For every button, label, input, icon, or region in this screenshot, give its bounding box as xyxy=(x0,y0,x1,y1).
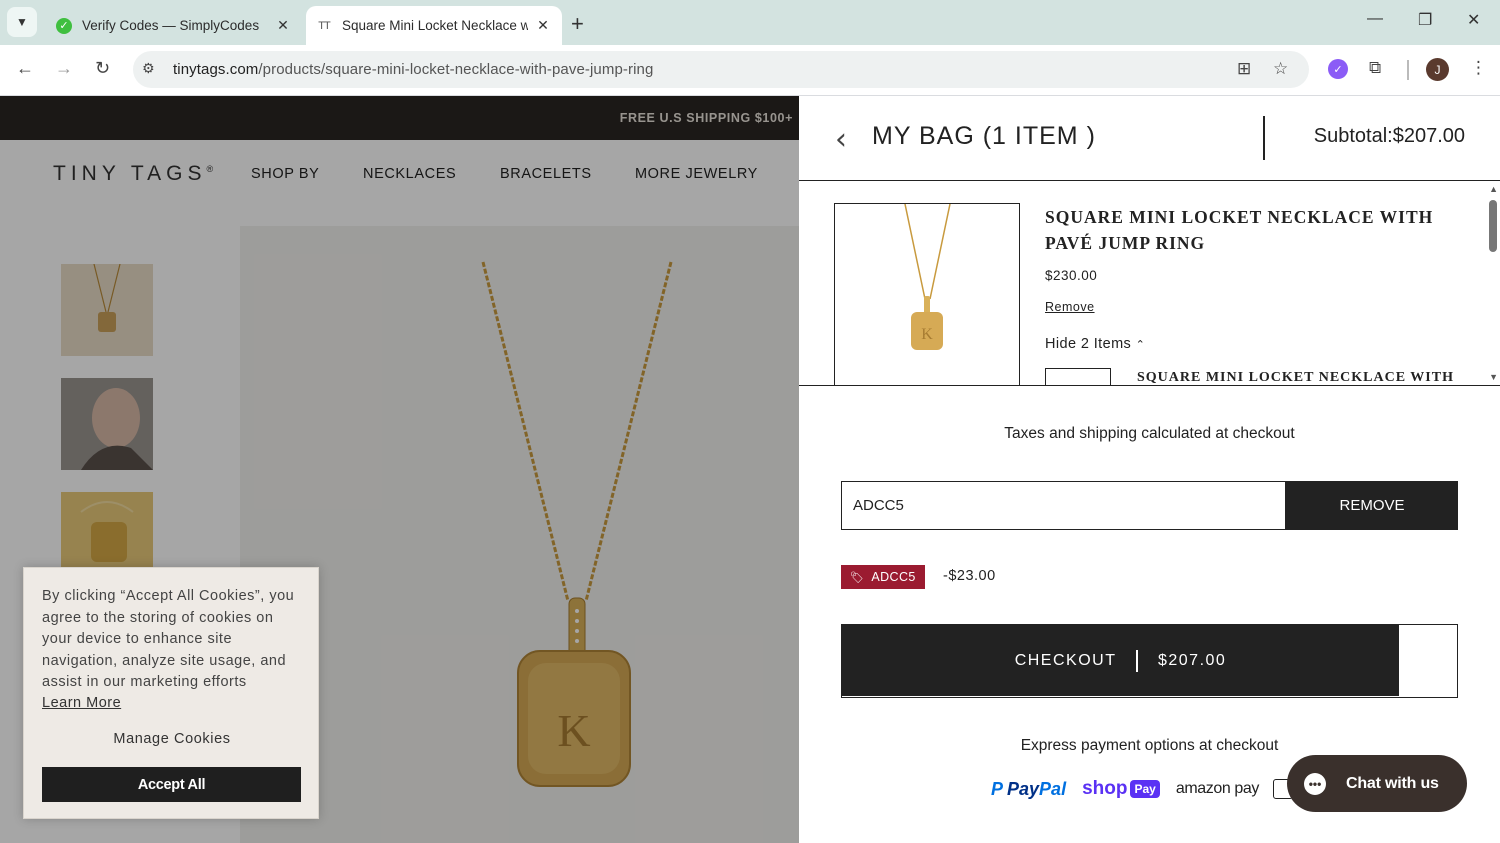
chevron-down-icon: ▼ xyxy=(16,15,28,29)
cookie-text: By clicking “Accept All Cookies”, you ag… xyxy=(42,588,295,690)
paypal-pal: Pal xyxy=(1039,778,1067,799)
close-tab-icon[interactable]: ✕ xyxy=(534,17,552,34)
express-payment-note: Express payment options at checkout xyxy=(1020,737,1279,754)
close-window-icon[interactable]: ✕ xyxy=(1467,10,1480,30)
checkout-button[interactable]: CHECKOUT $207.00 xyxy=(842,625,1399,696)
checkout-button-frame: CHECKOUT $207.00 xyxy=(841,624,1458,698)
cart-header: ‹ MY BAG (1 ITEM ) Subtotal:$207.00 xyxy=(799,96,1500,181)
paypal-logo: P PayPal xyxy=(991,779,1066,800)
tag-icon: 🏷 xyxy=(850,571,865,584)
cart-drawer: ‹ MY BAG (1 ITEM ) Subtotal:$207.00 K SQ… xyxy=(799,96,1500,843)
checkout-total: $207.00 xyxy=(1157,651,1227,669)
cart-items-list[interactable]: K SQUARE MINI LOCKET NECKLACE WITH PAVÉ … xyxy=(799,182,1500,386)
scroll-down-arrow-icon[interactable]: ▼ xyxy=(1489,372,1498,382)
chat-with-us-button[interactable]: ••• Chat with us xyxy=(1287,755,1467,812)
chevron-up-icon: ⌃ xyxy=(1135,339,1146,351)
cart-item-price: $230.00 xyxy=(1045,268,1098,283)
cart-item-remove-link[interactable]: Remove xyxy=(1045,300,1095,314)
scroll-up-arrow-icon[interactable]: ▲ xyxy=(1489,184,1498,194)
shop-pay-shop: shop xyxy=(1082,778,1128,799)
shop-pay-pill: Pay xyxy=(1130,780,1160,798)
discount-badge-code: ADCC5 xyxy=(871,570,916,584)
hide-items-label: Hide 2 Items xyxy=(1045,336,1132,352)
browser-toolbar: ← → ↻ ⚙ tinytags.com/products/square-min… xyxy=(0,45,1500,96)
chat-bubble-icon: ••• xyxy=(1304,772,1326,795)
cart-item-image[interactable]: K xyxy=(834,203,1020,385)
more-menu-icon[interactable]: ⋮ xyxy=(1470,58,1487,78)
bookmark-star-icon[interactable]: ☆ xyxy=(1273,59,1288,79)
address-bar[interactable]: ⚙ tinytags.com/products/square-mini-lock… xyxy=(133,51,1309,88)
browser-tab-simplycodes[interactable]: ✓ Verify Codes — SimplyCodes ✕ xyxy=(46,6,302,45)
browser-tab-tinytags[interactable]: TT Square Mini Locket Necklace wi ✕ xyxy=(306,6,562,45)
minimize-icon[interactable]: — xyxy=(1367,10,1383,28)
hide-items-toggle[interactable]: Hide 2 Items ⌃ xyxy=(1045,336,1145,352)
paypal-pay: Pay xyxy=(1007,778,1040,799)
amazon-pay-logo: amazon pay xyxy=(1175,780,1260,797)
chevron-left-icon[interactable]: ‹ xyxy=(835,122,847,157)
extension-simplycodes-icon[interactable]: ✓ xyxy=(1328,59,1348,79)
tab-title: Square Mini Locket Necklace wi xyxy=(342,18,528,33)
url-text[interactable]: tinytags.com/products/square-mini-locket… xyxy=(173,61,653,78)
header-divider xyxy=(1263,116,1265,160)
url-domain: tinytags.com xyxy=(173,61,259,78)
discount-amount: -$23.00 xyxy=(943,568,996,584)
sub-item-name[interactable]: SQUARE MINI LOCKET NECKLACE WITH xyxy=(1137,370,1454,385)
taxes-note: Taxes and shipping calculated at checkou… xyxy=(1004,425,1295,442)
cookie-banner: By clicking “Accept All Cookies”, you ag… xyxy=(23,567,319,819)
manage-cookies-button[interactable]: Manage Cookies xyxy=(42,731,302,747)
profile-avatar[interactable]: J xyxy=(1426,58,1449,81)
browser-tab-bar: ▼ ✓ Verify Codes — SimplyCodes ✕ TT Squa… xyxy=(0,0,1500,45)
extensions-puzzle-icon[interactable]: ⧉ xyxy=(1369,58,1381,78)
item-engraving: K xyxy=(921,326,933,343)
site-info-icon[interactable]: ⚙ xyxy=(142,60,155,77)
chat-label: Chat with us xyxy=(1346,774,1439,792)
cart-item-name[interactable]: SQUARE MINI LOCKET NECKLACE WITH PAVÉ JU… xyxy=(1045,204,1465,256)
scrollbar-thumb[interactable] xyxy=(1489,200,1497,252)
accept-all-button[interactable]: Accept All xyxy=(42,767,301,802)
cart-title: MY BAG (1 ITEM ) xyxy=(872,122,1096,150)
back-arrow-icon[interactable]: ← xyxy=(16,58,34,79)
tab-search-button[interactable]: ▼ xyxy=(7,7,37,37)
tab-title: Verify Codes — SimplyCodes xyxy=(82,18,260,33)
restore-icon[interactable]: ❐ xyxy=(1418,10,1432,30)
paypal-icon: P xyxy=(991,778,1004,799)
reload-icon[interactable]: ↻ xyxy=(95,58,110,79)
cart-scrollbar[interactable]: ▲ ▼ xyxy=(1486,182,1500,385)
url-path: /products/square-mini-locket-necklace-wi… xyxy=(258,61,654,78)
discount-code-input[interactable] xyxy=(841,481,1286,530)
discount-badge: 🏷 ADCC5 xyxy=(841,565,925,589)
simplycodes-favicon-icon: ✓ xyxy=(56,17,72,34)
new-tab-icon[interactable]: + xyxy=(571,11,584,37)
sub-item-image[interactable] xyxy=(1045,368,1111,385)
payment-methods: P PayPal shop Pay amazon pay xyxy=(991,774,1293,804)
checkout-label: CHECKOUT xyxy=(1014,651,1117,669)
cart-subtotal: Subtotal:$207.00 xyxy=(1313,125,1465,147)
remove-discount-button[interactable]: REMOVE xyxy=(1286,481,1458,530)
shop-pay-logo: shop Pay xyxy=(1082,778,1160,800)
learn-more-link[interactable]: Learn More xyxy=(42,695,121,711)
checkout-divider xyxy=(1136,649,1138,672)
close-tab-icon[interactable]: ✕ xyxy=(274,17,292,34)
translate-icon[interactable]: ⊞ xyxy=(1237,59,1251,79)
forward-arrow-icon[interactable]: → xyxy=(55,58,73,79)
toolbar-divider xyxy=(1407,60,1409,80)
tinytags-favicon-icon: TT xyxy=(318,19,330,32)
